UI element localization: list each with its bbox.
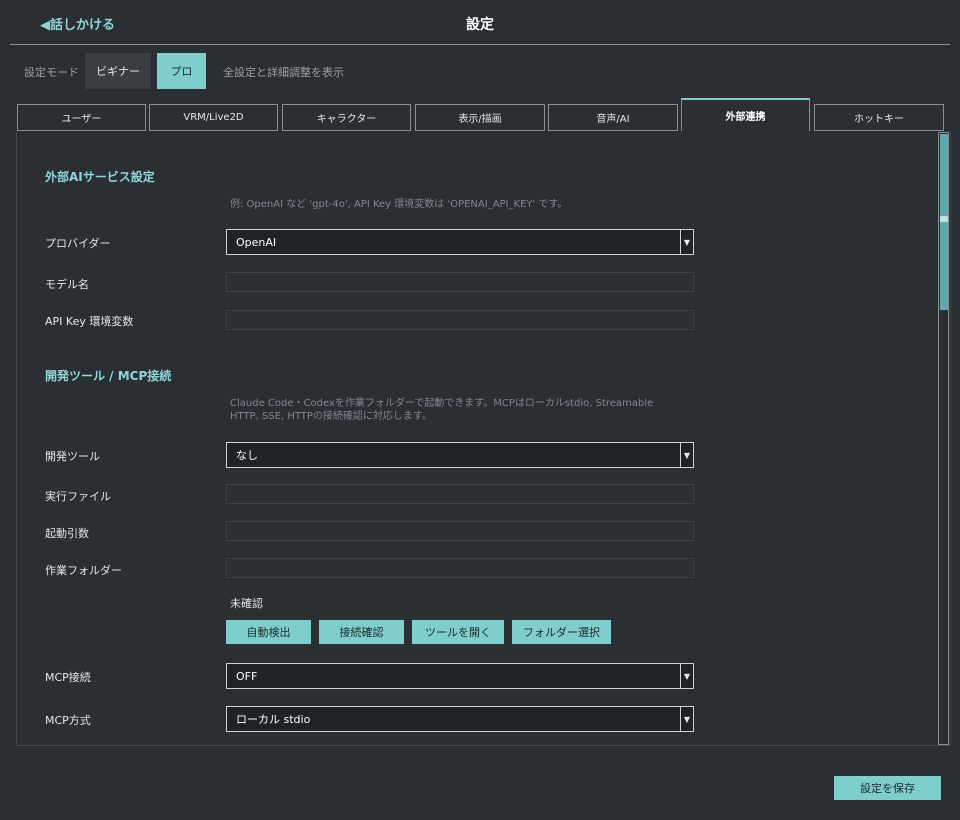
tab-external[interactable]: 外部連携	[681, 98, 810, 131]
dev-tool-label: 開発ツール	[45, 450, 100, 463]
folder-input[interactable]	[226, 558, 694, 578]
model-label: モデル名	[45, 278, 89, 291]
settings-mode-label: 設定モード	[24, 66, 79, 79]
tab-character[interactable]: キャラクター	[282, 104, 411, 131]
provider-value: OpenAI	[236, 235, 277, 249]
connection-status: 未確認	[230, 597, 263, 610]
mcp-value: OFF	[236, 669, 258, 683]
args-label: 起動引数	[45, 527, 89, 540]
tab-user[interactable]: ユーザー	[17, 104, 146, 131]
apikey-label: API Key 環境変数	[45, 315, 134, 328]
folder-label: 作業フォルダー	[45, 564, 122, 577]
dev-section-title: 開発ツール / MCP接続	[45, 369, 172, 383]
scrollbar-thumb[interactable]	[940, 134, 948, 310]
check-connection-button[interactable]: 接続確認	[319, 620, 404, 644]
open-tool-button[interactable]: ツールを開く	[412, 620, 504, 644]
mode-beginner-button[interactable]: ビギナー	[85, 53, 151, 89]
exe-input[interactable]	[226, 484, 694, 504]
tab-display[interactable]: 表示/描画	[415, 104, 545, 131]
mcp-mode-select[interactable]: ローカル stdio ▼	[226, 706, 694, 732]
mcp-mode-value: ローカル stdio	[236, 713, 311, 726]
apikey-input[interactable]	[226, 310, 694, 330]
chevron-down-icon: ▼	[680, 664, 693, 688]
auto-detect-button[interactable]: 自動検出	[226, 620, 311, 644]
tab-hotkey[interactable]: ホットキー	[814, 104, 944, 131]
provider-label: プロバイダー	[45, 237, 111, 250]
ai-section-hint: 例: OpenAI など 'gpt-4o', API Key 環境変数は 'OP…	[230, 199, 568, 210]
chevron-down-icon: ▼	[680, 707, 693, 731]
dev-tool-select[interactable]: なし ▼	[226, 442, 694, 468]
mode-description: 全設定と詳細調整を表示	[223, 66, 344, 79]
tab-voice-ai[interactable]: 音声/AI	[548, 104, 678, 131]
select-folder-button[interactable]: フォルダー選択	[512, 620, 611, 644]
dev-section-hint-line2: HTTP, SSE, HTTPの接続確認に対応します。	[230, 411, 432, 422]
args-input[interactable]	[226, 521, 694, 541]
mcp-select[interactable]: OFF ▼	[226, 663, 694, 689]
provider-select[interactable]: OpenAI ▼	[226, 229, 694, 255]
model-input[interactable]	[226, 272, 694, 292]
exe-label: 実行ファイル	[45, 490, 111, 503]
save-settings-button[interactable]: 設定を保存	[834, 776, 941, 800]
settings-panel	[16, 131, 951, 746]
chevron-down-icon: ▼	[680, 443, 693, 467]
mode-pro-button[interactable]: プロ	[157, 53, 206, 89]
dev-tool-value: なし	[236, 449, 258, 462]
mcp-mode-label: MCP方式	[45, 714, 91, 727]
ai-section-title: 外部AIサービス設定	[45, 170, 155, 184]
mcp-label: MCP接続	[45, 671, 91, 684]
header-divider	[10, 44, 950, 45]
dev-section-hint-line1: Claude Code・Codexを作業フォルダーで起動できます。MCPはローカ…	[230, 398, 654, 409]
scrollbar-grip	[940, 216, 948, 222]
page-title: 設定	[466, 17, 494, 33]
chevron-down-icon: ▼	[680, 230, 693, 254]
tab-vrm-live2d[interactable]: VRM/Live2D	[149, 104, 278, 131]
